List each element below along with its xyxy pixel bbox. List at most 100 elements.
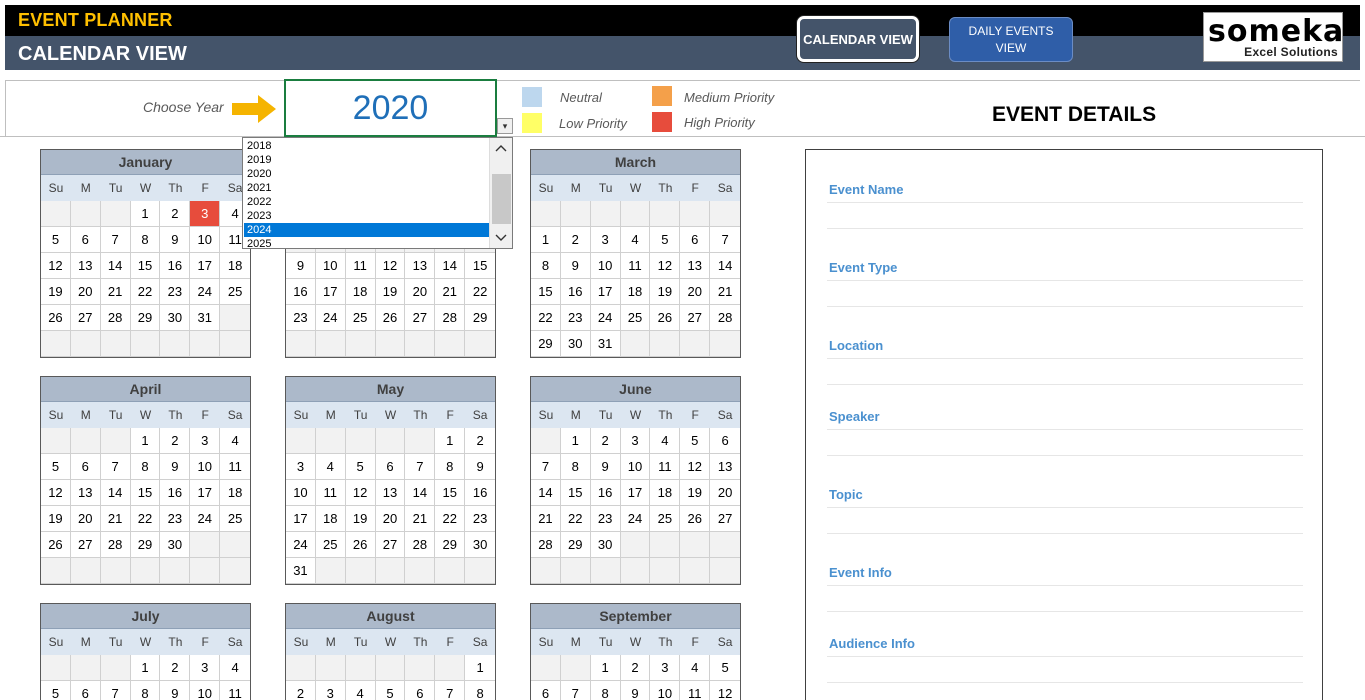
day-cell[interactable]: 22 [130, 279, 161, 305]
day-cell[interactable]: 25 [345, 305, 376, 331]
year-option[interactable]: 2019 [244, 153, 490, 167]
day-cell[interactable]: 24 [620, 506, 651, 532]
day-cell[interactable]: 3 [286, 454, 316, 480]
day-cell[interactable]: 14 [435, 253, 466, 279]
day-cell[interactable]: 10 [190, 681, 221, 700]
day-cell[interactable]: 5 [710, 655, 741, 681]
day-cell[interactable]: 5 [41, 227, 71, 253]
day-cell[interactable]: 9 [465, 454, 496, 480]
calendar-view-button[interactable]: CALENDAR VIEW [797, 16, 919, 62]
day-cell[interactable]: 18 [620, 279, 651, 305]
day-cell[interactable]: 6 [531, 681, 561, 700]
day-cell[interactable]: 5 [345, 454, 376, 480]
day-cell[interactable]: 11 [315, 480, 346, 506]
day-cell[interactable]: 10 [650, 681, 681, 700]
day-cell[interactable]: 29 [531, 331, 561, 357]
day-cell[interactable]: 19 [41, 279, 71, 305]
day-cell[interactable]: 10 [190, 227, 221, 253]
day-cell[interactable]: 10 [286, 480, 316, 506]
year-option[interactable]: 2018 [244, 139, 490, 153]
day-cell[interactable]: 14 [100, 480, 131, 506]
day-cell[interactable]: 8 [590, 681, 621, 700]
day-cell[interactable]: 20 [710, 480, 741, 506]
day-cell[interactable]: 27 [70, 532, 101, 558]
day-cell[interactable]: 21 [710, 279, 741, 305]
day-cell[interactable]: 23 [590, 506, 621, 532]
day-cell[interactable]: 2 [286, 681, 316, 700]
day-cell[interactable]: 2 [160, 428, 191, 454]
day-cell[interactable]: 22 [465, 279, 496, 305]
day-cell[interactable]: 21 [100, 506, 131, 532]
day-cell[interactable]: 9 [560, 253, 591, 279]
day-cell[interactable]: 22 [130, 506, 161, 532]
day-cell[interactable]: 19 [680, 480, 711, 506]
day-cell[interactable]: 2 [560, 227, 591, 253]
day-cell[interactable]: 13 [70, 253, 101, 279]
day-cell[interactable]: 21 [531, 506, 561, 532]
day-cell[interactable]: 29 [560, 532, 591, 558]
day-cell[interactable]: 8 [130, 681, 161, 700]
day-cell[interactable]: 1 [465, 655, 496, 681]
day-cell[interactable]: 4 [650, 428, 681, 454]
day-cell[interactable]: 3 [620, 428, 651, 454]
day-cell[interactable]: 29 [130, 532, 161, 558]
year-dropdown-list[interactable]: 2018 2019 2020 2021 2022 2023 2024 2025 [242, 137, 513, 250]
day-cell[interactable]: 8 [130, 227, 161, 253]
day-cell[interactable]: 20 [405, 279, 436, 305]
day-cell[interactable]: 11 [620, 253, 651, 279]
day-cell[interactable]: 17 [590, 279, 621, 305]
day-cell[interactable]: 14 [100, 253, 131, 279]
day-cell[interactable]: 7 [100, 681, 131, 700]
day-cell[interactable]: 25 [220, 279, 251, 305]
day-cell[interactable]: 16 [590, 480, 621, 506]
day-cell[interactable]: 3 [190, 655, 221, 681]
day-cell[interactable]: 8 [531, 253, 561, 279]
day-cell[interactable]: 15 [130, 480, 161, 506]
day-cell[interactable]: 3 [315, 681, 346, 700]
day-cell[interactable]: 9 [160, 454, 191, 480]
day-cell[interactable]: 18 [345, 279, 376, 305]
day-cell[interactable]: 11 [220, 454, 251, 480]
day-cell[interactable]: 12 [41, 253, 71, 279]
day-cell[interactable]: 27 [375, 532, 406, 558]
day-cell[interactable]: 22 [531, 305, 561, 331]
day-cell[interactable]: 10 [620, 454, 651, 480]
day-cell[interactable]: 14 [405, 480, 436, 506]
day-cell[interactable]: 17 [286, 506, 316, 532]
day-cell[interactable]: 2 [160, 201, 191, 227]
day-cell[interactable]: 17 [190, 253, 221, 279]
day-cell[interactable]: 18 [220, 480, 251, 506]
day-cell[interactable]: 8 [560, 454, 591, 480]
day-cell[interactable]: 4 [220, 428, 251, 454]
day-cell[interactable]: 26 [41, 305, 71, 331]
day-cell[interactable]: 4 [620, 227, 651, 253]
day-cell[interactable]: 23 [160, 279, 191, 305]
day-cell[interactable]: 27 [405, 305, 436, 331]
day-cell[interactable]: 6 [680, 227, 711, 253]
day-cell[interactable]: 7 [710, 227, 741, 253]
day-cell[interactable]: 20 [680, 279, 711, 305]
day-cell[interactable]: 23 [560, 305, 591, 331]
day-cell[interactable]: 6 [70, 681, 101, 700]
day-cell[interactable]: 31 [590, 331, 621, 357]
day-cell[interactable]: 4 [220, 655, 251, 681]
day-cell[interactable]: 11 [680, 681, 711, 700]
day-cell[interactable]: 1 [130, 201, 161, 227]
day-cell[interactable]: 26 [650, 305, 681, 331]
day-cell[interactable]: 13 [710, 454, 741, 480]
day-cell[interactable]: 4 [680, 655, 711, 681]
day-cell[interactable]: 21 [100, 279, 131, 305]
day-cell[interactable]: 8 [435, 454, 466, 480]
day-cell[interactable]: 12 [345, 480, 376, 506]
day-cell[interactable]: 31 [286, 558, 316, 584]
day-cell[interactable]: 9 [590, 454, 621, 480]
day-cell[interactable]: 25 [220, 506, 251, 532]
day-cell[interactable]: 26 [41, 532, 71, 558]
day-cell[interactable]: 9 [160, 227, 191, 253]
day-cell[interactable]: 16 [465, 480, 496, 506]
day-cell[interactable]: 2 [160, 655, 191, 681]
day-cell[interactable]: 12 [680, 454, 711, 480]
day-cell[interactable]: 14 [710, 253, 741, 279]
day-cell[interactable]: 3 [590, 227, 621, 253]
day-cell[interactable]: 12 [41, 480, 71, 506]
